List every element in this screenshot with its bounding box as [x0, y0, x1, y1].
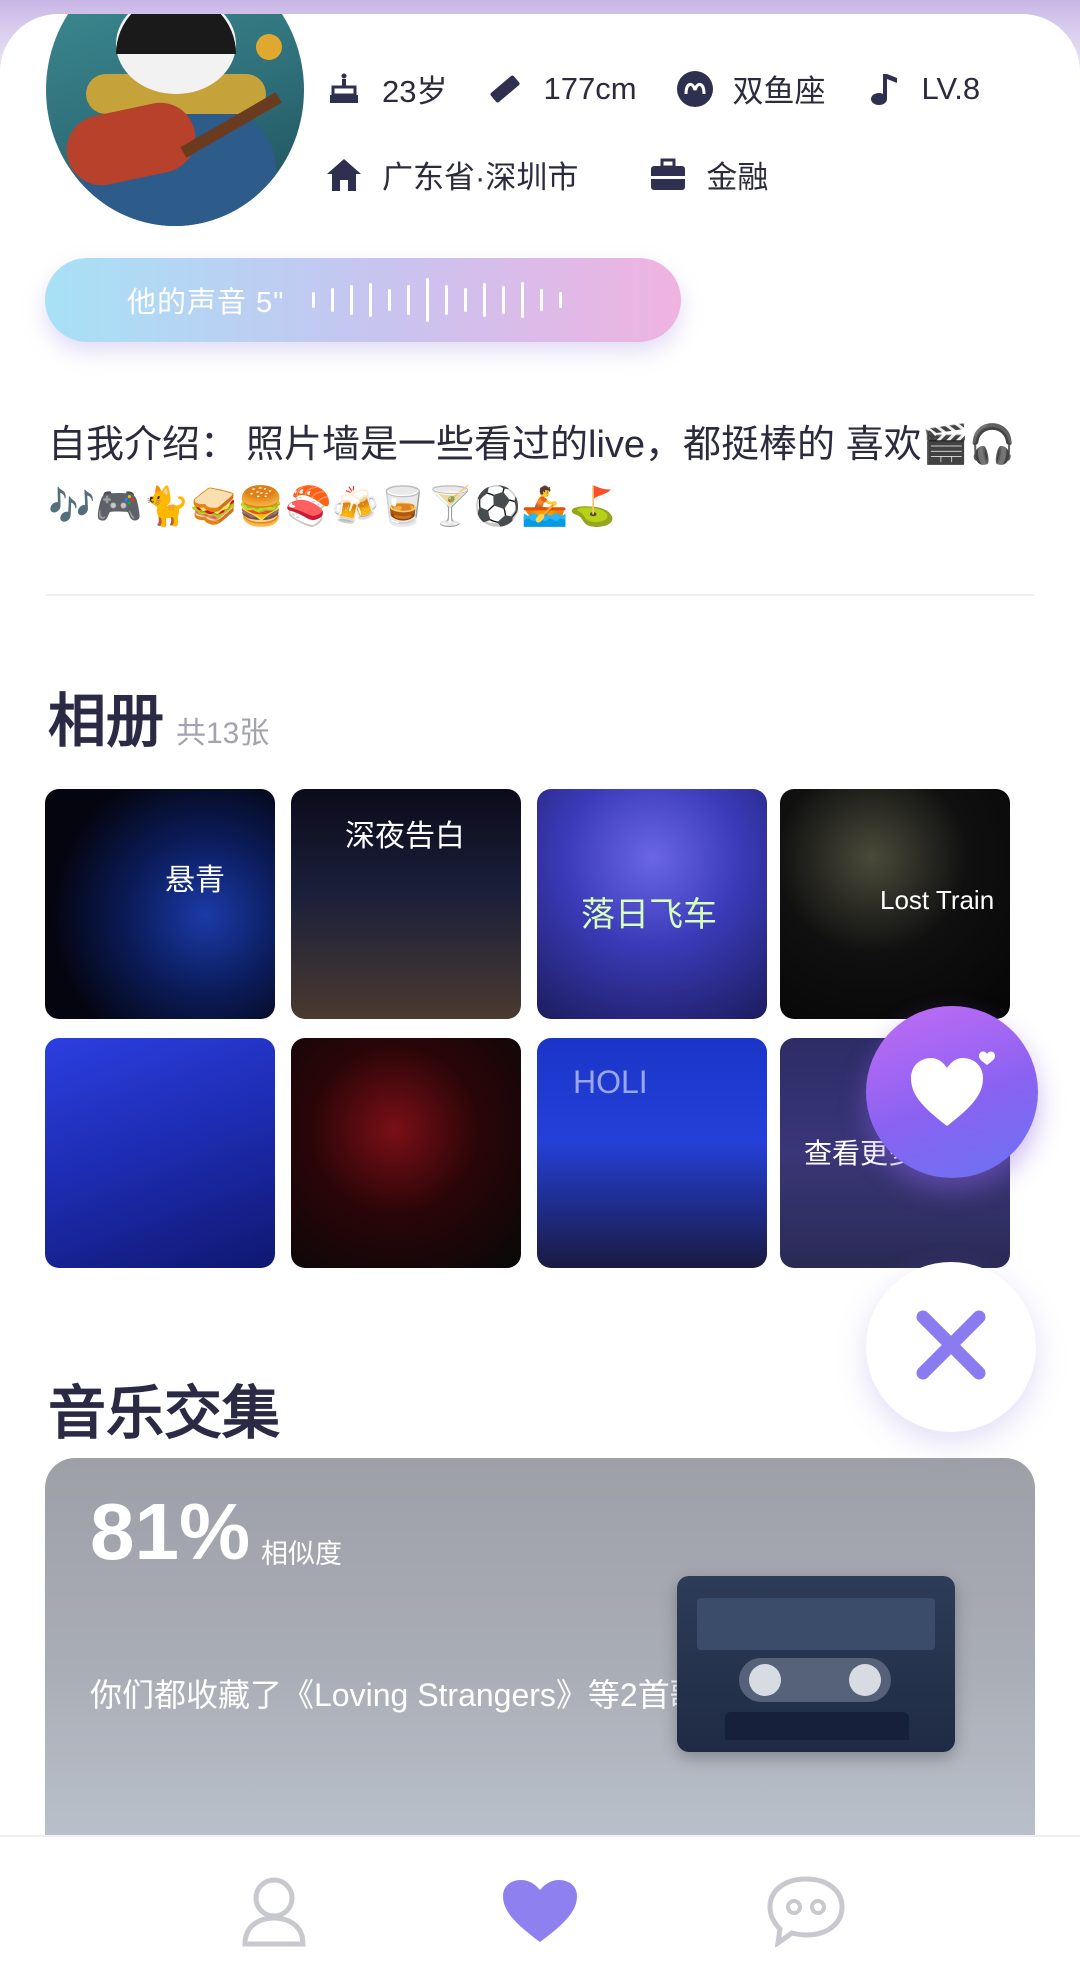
close-icon [913, 1307, 989, 1388]
common-songs-text: 你们都收藏了《Loving Strangers》等2首歌 [90, 1677, 702, 1713]
profile-info-row-2: 广东省·深圳市 金融 [324, 152, 806, 197]
location-item: 广东省·深圳市 [324, 152, 578, 197]
age-value: 23岁 [382, 74, 448, 109]
heart-icon [501, 1878, 579, 1949]
avatar-flower-shape [256, 34, 282, 60]
home-icon [324, 155, 364, 195]
cassette-reel-shape [749, 1664, 781, 1696]
heart-icon [907, 1050, 997, 1135]
location-value: 广东省·深圳市 [382, 160, 579, 195]
cassette-image [677, 1576, 955, 1752]
album-photo[interactable] [45, 1038, 275, 1268]
level-value: LV.8 [921, 70, 981, 106]
cassette-reel-shape [849, 1664, 881, 1696]
bottom-navigation [0, 1835, 1080, 1965]
similarity-label: 相似度 [261, 1539, 342, 1569]
self-introduction: 自我介绍： 照片墙是一些看过的live，都挺棒的 喜欢🎬🎧🎶🎮🐈🥪🍔🍣🍻🥃🍸⚽🚣⛳ [48, 414, 1028, 538]
cassette-label-shape [697, 1598, 935, 1650]
album-photo[interactable]: 落日飞车 [537, 789, 767, 1019]
profile-info-row-1: 23岁 177cm 双鱼座 LV.8 [324, 66, 1018, 111]
briefcase-icon [648, 155, 688, 195]
voice-label: 他的声音 5" [127, 287, 285, 319]
zodiac-value: 双鱼座 [732, 74, 826, 109]
industry-value: 金融 [706, 160, 769, 195]
photo-caption: 深夜告白 [345, 820, 465, 853]
like-button[interactable] [866, 1006, 1038, 1178]
age-item: 23岁 [324, 66, 447, 111]
avatar-cat-mask-shape [116, 14, 236, 54]
zodiac-item: 双鱼座 [675, 66, 826, 111]
similarity-value: 81% [90, 1487, 251, 1576]
chat-icon [766, 1875, 846, 1952]
nav-profile[interactable] [234, 1873, 314, 1953]
section-divider [46, 594, 1034, 596]
album-photo[interactable]: Lost Train [780, 789, 1010, 1019]
height-item: 177cm [485, 69, 637, 109]
photo-caption: 落日飞车 [581, 896, 717, 934]
cassette-bottom-shape [725, 1712, 909, 1740]
album-photo[interactable]: 悬青 [45, 789, 275, 1019]
birthday-cake-icon [324, 69, 364, 109]
photo-caption: Lost Train [880, 885, 995, 915]
voice-intro-button[interactable]: 他的声音 5" [45, 258, 681, 342]
person-icon [239, 1874, 309, 1953]
profile-card: 23岁 177cm 双鱼座 LV.8 广东省·深圳市 金融 他的声音 5" 自我… [0, 14, 1080, 1965]
album-count: 共13张 [176, 717, 270, 750]
height-value: 177cm [543, 70, 637, 106]
dismiss-button[interactable] [866, 1262, 1036, 1432]
intro-label: 自我介绍： [48, 424, 239, 466]
nav-match[interactable] [500, 1873, 580, 1953]
industry-item: 金融 [648, 152, 768, 197]
album-photo[interactable]: 深夜告白 [291, 789, 521, 1019]
photo-caption: 悬青 [165, 864, 225, 897]
photo-caption: HOLI [573, 1064, 648, 1100]
avatar[interactable] [46, 14, 304, 226]
album-title: 相册 [48, 689, 165, 754]
ruler-icon [485, 69, 525, 109]
nav-messages[interactable] [766, 1873, 846, 1953]
music-similarity-card[interactable]: 81% 相似度 你们都收藏了《Loving Strangers》等2首歌 [45, 1458, 1035, 1838]
album-photo[interactable]: HOLI [537, 1038, 767, 1268]
album-photo[interactable] [291, 1038, 521, 1268]
music-note-icon [864, 69, 904, 109]
level-item: LV.8 [864, 69, 981, 109]
music-section-title: 音乐交集 [48, 1381, 281, 1446]
zodiac-icon [675, 69, 715, 109]
voice-waveform [312, 275, 563, 325]
